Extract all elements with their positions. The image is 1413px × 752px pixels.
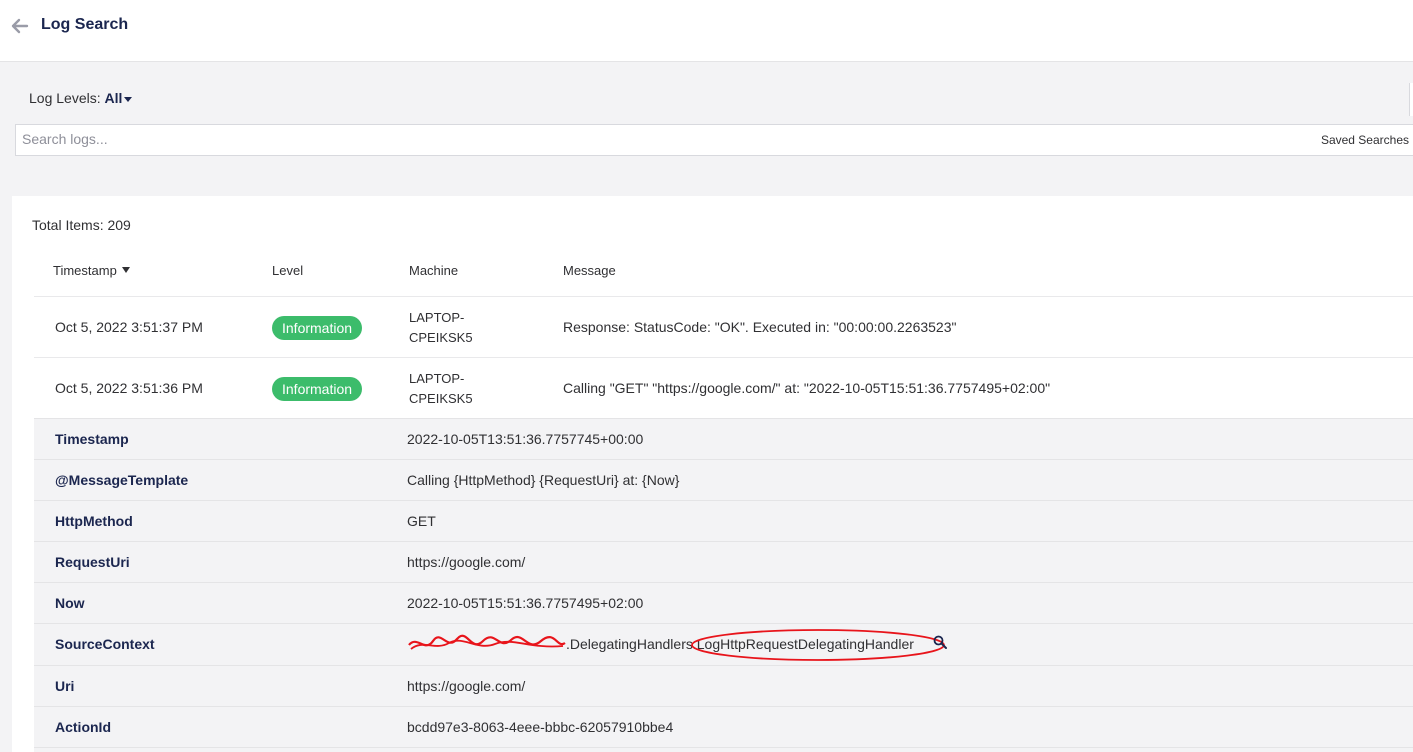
machine-line: LAPTOP- xyxy=(409,371,465,386)
property-row: HttpMethod GET xyxy=(34,501,1413,542)
row-timestamp: Oct 5, 2022 3:51:36 PM xyxy=(55,380,203,396)
property-row: Now 2022-10-05T15:51:36.7757495+02:00 xyxy=(34,583,1413,624)
machine-line: CPEIKSK5 xyxy=(409,330,473,345)
column-header-level[interactable]: Level xyxy=(272,263,303,278)
property-value: Calling {HttpMethod} {RequestUri} at: {N… xyxy=(407,472,680,488)
table-row[interactable]: Oct 5, 2022 3:51:37 PM Information LAPTO… xyxy=(34,296,1413,357)
search-bar: Saved Searches xyxy=(15,124,1413,156)
property-key: SourceContext xyxy=(55,636,155,652)
magnifier-icon[interactable] xyxy=(933,635,947,649)
log-levels-dropdown[interactable]: All xyxy=(105,90,133,106)
property-key: HttpMethod xyxy=(55,513,133,529)
machine-line: CPEIKSK5 xyxy=(409,391,473,406)
table-row[interactable]: Oct 5, 2022 3:51:36 PM Information LAPTO… xyxy=(34,357,1413,418)
row-message: Response: StatusCode: "OK". Executed in:… xyxy=(563,319,957,335)
total-items: Total Items: 209 xyxy=(32,217,131,233)
log-levels-filter: Log Levels: All xyxy=(29,90,133,106)
property-key: Now xyxy=(55,595,85,611)
property-row: Timestamp 2022-10-05T13:51:36.7757745+00… xyxy=(34,419,1413,460)
row-timestamp: Oct 5, 2022 3:51:37 PM xyxy=(55,319,203,335)
log-levels-value: All xyxy=(104,90,123,106)
annotation-circle xyxy=(691,629,945,661)
page-title: Log Search xyxy=(41,16,129,33)
right-edge-control xyxy=(1409,83,1413,116)
property-value: bcdd97e3-8063-4eee-bbbc-62057910bbe4 xyxy=(407,719,674,735)
machine-line: LAPTOP- xyxy=(409,310,465,325)
property-value: 2022-10-05T15:51:36.7757495+02:00 xyxy=(407,595,644,611)
column-header-machine[interactable]: Machine xyxy=(409,263,458,278)
property-value: https://google.com/ xyxy=(407,554,526,570)
property-row: ActionId bcdd97e3-8063-4eee-bbbc-6205791… xyxy=(34,707,1413,748)
redaction-scribble xyxy=(408,634,566,650)
property-value: GET xyxy=(407,513,436,529)
chevron-down-icon xyxy=(124,96,133,102)
property-row: RequestUri https://google.com/ xyxy=(34,542,1413,583)
property-key: Uri xyxy=(55,678,75,694)
property-key: @MessageTemplate xyxy=(55,472,189,488)
property-value: 2022-10-05T13:51:36.7757745+00:00 xyxy=(407,431,644,447)
row-machine: LAPTOP- CPEIKSK5 xyxy=(409,308,473,348)
log-levels-label: Log Levels: xyxy=(29,90,101,106)
column-header-label: Timestamp xyxy=(53,263,117,278)
property-row: SourceContext .DelegatingHandlers.LogHtt… xyxy=(34,624,1413,666)
property-value: https://google.com/ xyxy=(407,678,526,694)
column-header-message[interactable]: Message xyxy=(563,263,616,278)
row-message: Calling "GET" "https://google.com/" at: … xyxy=(563,380,1051,396)
saved-searches-button[interactable]: Saved Searches xyxy=(1321,133,1409,147)
sort-desc-icon xyxy=(121,267,130,273)
property-row: Uri https://google.com/ xyxy=(34,666,1413,707)
arrow-left-icon[interactable] xyxy=(11,17,29,35)
property-key: Timestamp xyxy=(55,431,129,447)
row-machine: LAPTOP- CPEIKSK5 xyxy=(409,369,473,409)
page-header: Log Search xyxy=(0,0,1413,62)
results-panel: Total Items: 209 Timestamp Level Machine… xyxy=(12,196,1413,752)
property-key: RequestUri xyxy=(55,554,130,570)
level-badge: Information xyxy=(272,377,363,401)
level-badge: Information xyxy=(272,316,363,340)
column-header-timestamp[interactable]: Timestamp xyxy=(53,263,130,278)
property-key: ActionId xyxy=(55,719,111,735)
log-detail-properties: Timestamp 2022-10-05T13:51:36.7757745+00… xyxy=(34,418,1413,752)
search-input[interactable] xyxy=(22,131,1222,147)
property-row: @MessageTemplate Calling {HttpMethod} {R… xyxy=(34,460,1413,501)
